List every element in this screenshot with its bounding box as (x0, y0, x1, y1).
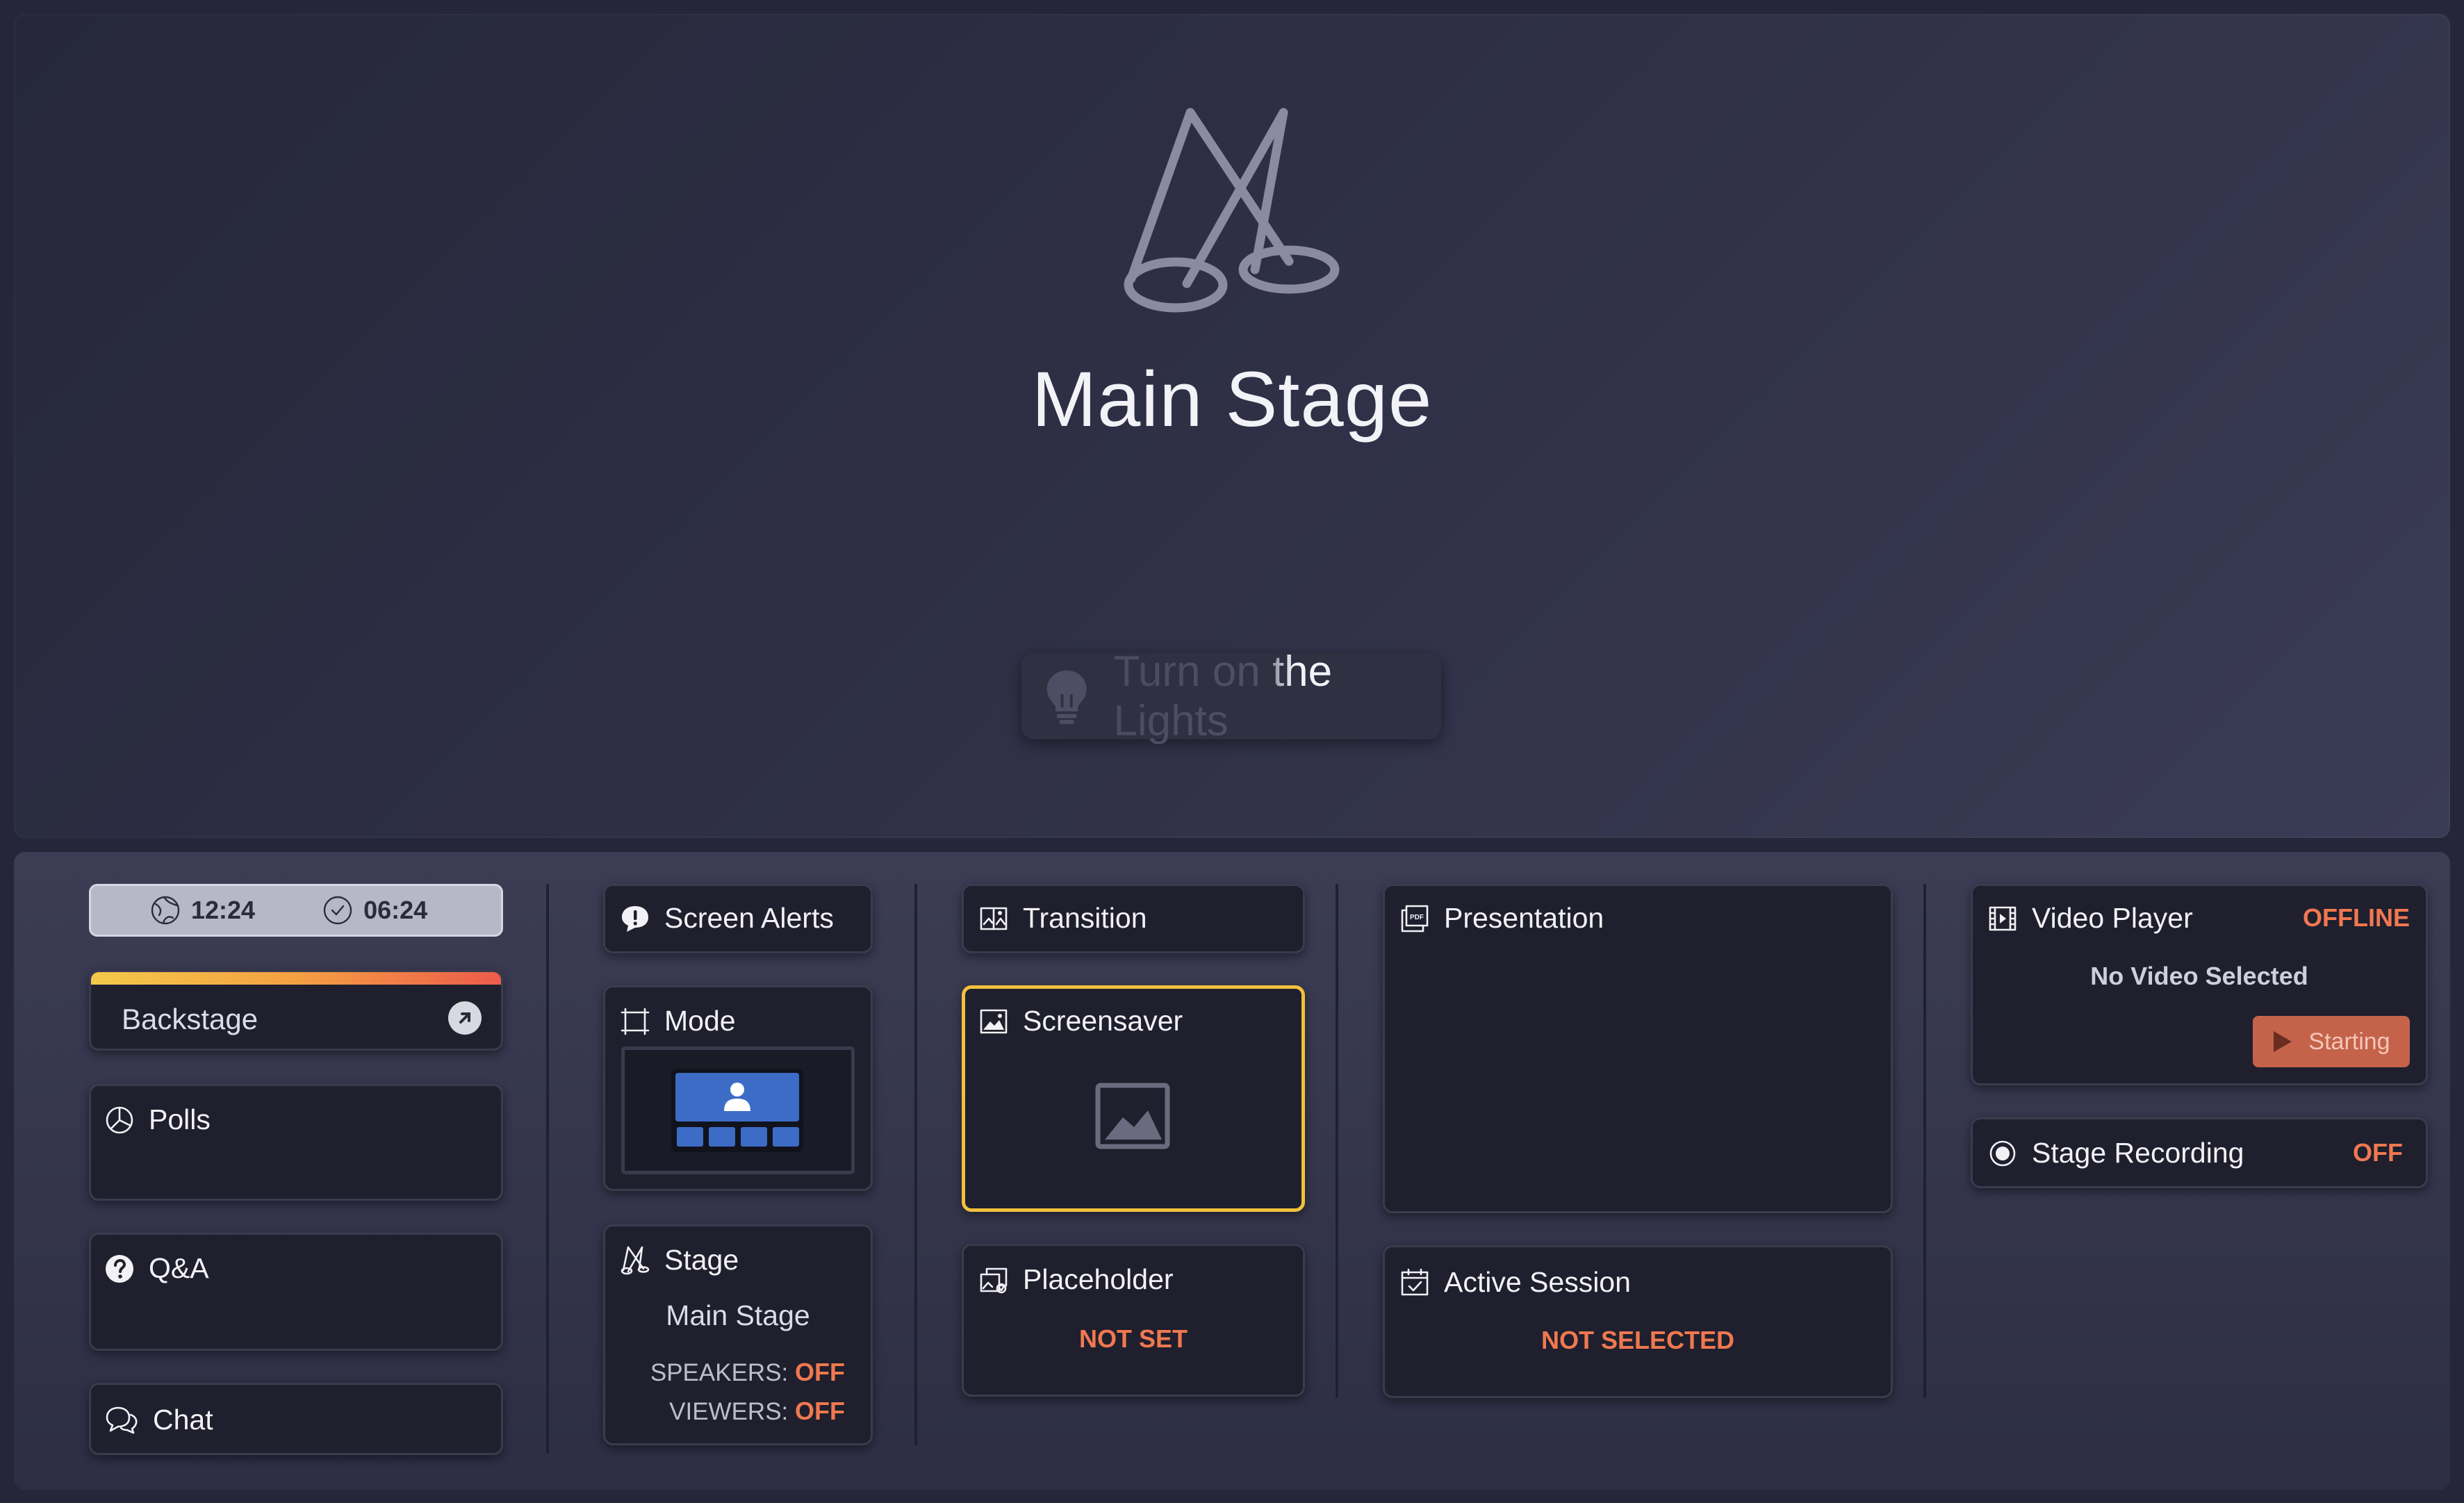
stage-recording-status: OFF (2353, 1138, 2403, 1167)
stage-recording-label: Stage Recording (2032, 1137, 2244, 1169)
column-divider (1923, 884, 1926, 1398)
backstage-status-bar (91, 972, 501, 985)
turn-on-lights-button[interactable]: Turn on the Lights (1021, 648, 1441, 745)
active-session-label: Active Session (1444, 1266, 1631, 1298)
screen-alerts-label: Screen Alerts (664, 902, 834, 934)
active-session-title: Active Session (1399, 1266, 1631, 1299)
speakers-value: OFF (795, 1358, 845, 1386)
mode-title: Mode (620, 1005, 736, 1037)
svg-text:PDF: PDF (1410, 914, 1424, 921)
image-icon (980, 1009, 1008, 1033)
stage-card-title: Stage (620, 1244, 739, 1276)
mode-label: Mode (664, 1005, 736, 1037)
placeholder-images-icon (980, 1267, 1008, 1293)
pie-chart-icon (106, 1106, 133, 1133)
placeholder-status: NOT SET (1078, 1324, 1188, 1353)
video-player-label: Video Player (2032, 902, 2193, 934)
presentation-label: Presentation (1444, 902, 1604, 934)
image-placeholder-icon (1095, 1083, 1170, 1149)
alert-bubble-icon (622, 905, 648, 932)
column-divider (914, 884, 917, 1445)
chat-title: Chat (104, 1404, 213, 1436)
transition-title: Transition (978, 902, 1147, 935)
video-player-title: Video Player (1987, 902, 2193, 935)
play-icon (2274, 1031, 2292, 1052)
film-icon (1989, 906, 2017, 930)
stage-title: Main Stage (1031, 356, 1433, 443)
presentation-title: PDF Presentation (1399, 902, 1604, 935)
column-divider (546, 884, 549, 1454)
pdf-file-icon: PDF (1401, 905, 1429, 932)
globe-clock-icon (151, 896, 180, 925)
stage-name: Main Stage (666, 1299, 810, 1331)
no-video-message: No Video Selected (2090, 962, 2308, 990)
viewers-value: OFF (795, 1397, 845, 1425)
person-icon (724, 1083, 750, 1111)
speakers-status: SPEAKERS: OFF (603, 1358, 845, 1387)
transition-icon (980, 907, 1008, 930)
placeholder-label: Placeholder (1023, 1263, 1174, 1295)
screensaver-title: Screensaver (978, 1005, 1183, 1037)
mode-thumbnail (709, 1127, 735, 1147)
timer-icon (323, 896, 352, 925)
qa-title: Q&A (104, 1252, 209, 1285)
stage-recording-title: Stage Recording (1987, 1137, 2244, 1169)
backstage-button[interactable]: Backstage (89, 970, 503, 1051)
lights-button-label: Turn on the Lights (1113, 647, 1441, 746)
mode-thumbnail (773, 1127, 799, 1147)
placeholder-title: Placeholder (978, 1263, 1174, 1296)
viewers-status: VIEWERS: OFF (603, 1397, 845, 1426)
frame-icon (621, 1008, 650, 1035)
arrow-up-right-icon (448, 1001, 482, 1035)
question-circle-icon (106, 1254, 133, 1283)
lightbulb-icon (1046, 671, 1087, 724)
stage-spotlights-logo-icon (1124, 108, 1340, 313)
polls-label: Polls (149, 1103, 211, 1135)
backstage-label: Backstage (122, 1003, 258, 1035)
screensaver-label: Screensaver (1023, 1005, 1183, 1037)
video-player-status: OFFLINE (2303, 903, 2410, 932)
starting-button[interactable]: Starting (2253, 1016, 2410, 1067)
polls-card[interactable] (89, 1084, 503, 1201)
viewers-label: VIEWERS: (669, 1398, 789, 1425)
qa-label: Q&A (149, 1252, 209, 1284)
starting-button-label: Starting (2308, 1028, 2390, 1055)
record-icon (1989, 1140, 2016, 1166)
chat-label: Chat (153, 1404, 213, 1436)
active-session-status: NOT SELECTED (1541, 1326, 1734, 1354)
mode-thumbnail (677, 1127, 703, 1147)
stage-spotlights-icon (621, 1246, 650, 1274)
stage-card-label: Stage (664, 1244, 739, 1276)
calendar-check-icon (1401, 1268, 1429, 1295)
transition-label: Transition (1023, 902, 1147, 934)
chat-bubbles-icon (106, 1406, 138, 1434)
elapsed-time: 06:24 (363, 896, 428, 924)
speakers-label: SPEAKERS: (650, 1359, 789, 1386)
clock-bar: 12:24 06:24 (89, 884, 503, 937)
qa-card[interactable] (89, 1233, 503, 1351)
mode-thumbnail (741, 1127, 767, 1147)
screen-alerts-title: Screen Alerts (620, 902, 834, 935)
column-divider (1336, 884, 1338, 1398)
local-time: 12:24 (191, 896, 256, 924)
polls-title: Polls (104, 1103, 211, 1136)
